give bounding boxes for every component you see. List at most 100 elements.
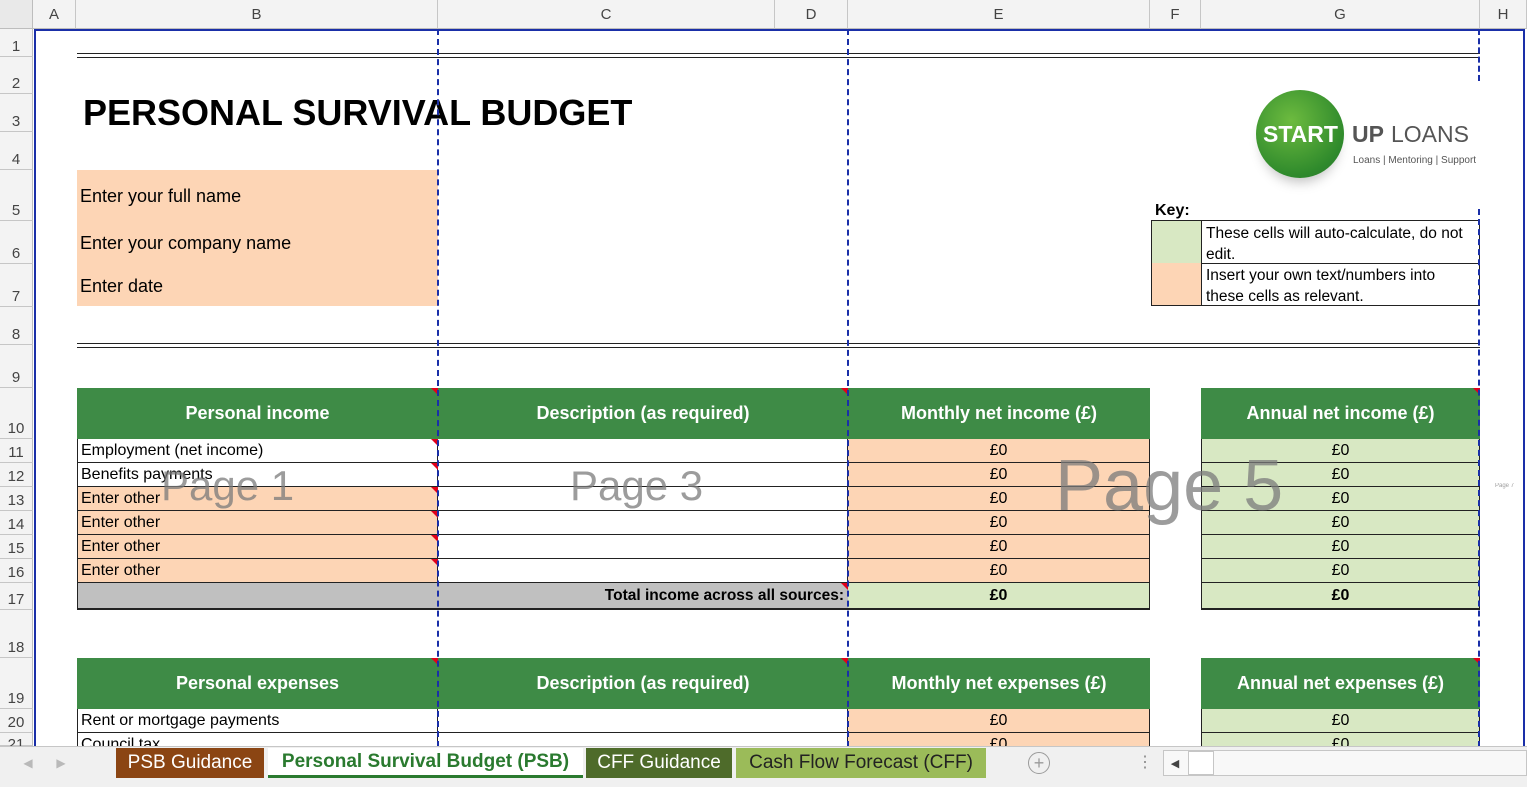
income-header-personal: Personal income bbox=[77, 388, 438, 439]
logo-loans-text: LOANS bbox=[1391, 120, 1469, 147]
middle-double-rule bbox=[77, 343, 1480, 348]
income-row-annual: £0 bbox=[1201, 535, 1480, 559]
income-row-label[interactable]: Enter other bbox=[77, 511, 438, 535]
row-header-17[interactable]: 17 bbox=[0, 583, 33, 610]
income-row-monthly[interactable]: £0 bbox=[848, 511, 1150, 535]
column-header-a[interactable]: A bbox=[33, 0, 76, 29]
column-header-b[interactable]: B bbox=[76, 0, 438, 29]
income-row-description[interactable] bbox=[438, 535, 848, 559]
row-header-15[interactable]: 15 bbox=[0, 535, 33, 559]
expenses-row-annual: £0 bbox=[1201, 709, 1480, 733]
key-insert-swatch bbox=[1151, 263, 1202, 306]
row-header-5[interactable]: 5 bbox=[0, 170, 33, 221]
row-header-6[interactable]: 6 bbox=[0, 221, 33, 264]
expenses-row-description[interactable] bbox=[438, 733, 848, 746]
expenses-row-label[interactable]: Rent or mortgage payments bbox=[77, 709, 438, 733]
row-header-19[interactable]: 19 bbox=[0, 658, 33, 709]
logo-tagline: Loans | Mentoring | Support bbox=[1353, 154, 1477, 166]
column-header-d[interactable]: D bbox=[775, 0, 848, 29]
row-header-18[interactable]: 18 bbox=[0, 610, 33, 658]
income-row-annual: £0 bbox=[1201, 511, 1480, 535]
income-header-annual: Annual net income (£) bbox=[1201, 388, 1480, 439]
income-row-monthly[interactable]: £0 bbox=[848, 559, 1150, 583]
expenses-row-monthly[interactable]: £0 bbox=[848, 733, 1150, 746]
column-header-e[interactable]: E bbox=[848, 0, 1150, 29]
income-row-description[interactable] bbox=[438, 559, 848, 583]
income-row-monthly[interactable]: £0 bbox=[848, 535, 1150, 559]
row-header-20[interactable]: 20 bbox=[0, 709, 33, 733]
scroll-tabs-right-icon[interactable]: ▶ bbox=[50, 752, 72, 774]
company-name-input[interactable]: Enter your company name bbox=[80, 230, 291, 256]
tab-psb-guidance[interactable]: PSB Guidance bbox=[116, 748, 264, 778]
row-header-9[interactable]: 9 bbox=[0, 345, 33, 388]
expenses-row-label[interactable]: Council tax bbox=[77, 733, 438, 746]
tab-cash-flow-forecast[interactable]: Cash Flow Forecast (CFF) bbox=[736, 748, 986, 778]
income-row-annual: £0 bbox=[1201, 439, 1480, 463]
key-auto-description: These cells will auto-calculate, do not … bbox=[1201, 220, 1480, 264]
row-header-12[interactable]: 12 bbox=[0, 463, 33, 487]
more-options-icon[interactable]: ⋮ bbox=[1137, 751, 1153, 773]
income-row-monthly[interactable]: £0 bbox=[848, 439, 1150, 463]
scroll-tabs-left-icon[interactable]: ◀ bbox=[17, 752, 39, 774]
add-sheet-icon[interactable]: + bbox=[1028, 752, 1050, 774]
scroll-left-arrow-icon[interactable]: ◀ bbox=[1164, 751, 1186, 775]
income-row-label[interactable]: Enter other bbox=[77, 559, 438, 583]
income-total-annual: £0 bbox=[1201, 583, 1480, 610]
income-row-monthly[interactable]: £0 bbox=[848, 487, 1150, 511]
top-double-rule bbox=[77, 53, 1480, 58]
income-header-monthly: Monthly net income (£) bbox=[848, 388, 1150, 439]
select-all-corner[interactable] bbox=[0, 0, 33, 29]
row-header-14[interactable]: 14 bbox=[0, 511, 33, 535]
income-total-monthly: £0 bbox=[848, 583, 1150, 610]
income-row-label[interactable]: Enter other bbox=[77, 535, 438, 559]
income-row-label[interactable]: Enter other bbox=[77, 487, 438, 511]
page-break-line[interactable] bbox=[1478, 209, 1480, 747]
income-row-annual: £0 bbox=[1201, 463, 1480, 487]
row-header-2[interactable]: 2 bbox=[0, 57, 33, 94]
expenses-row-annual: £0 bbox=[1201, 733, 1480, 746]
income-row-description[interactable] bbox=[438, 463, 848, 487]
column-header-g[interactable]: G bbox=[1201, 0, 1480, 29]
logo-up-text: UP bbox=[1352, 120, 1384, 147]
column-header-h[interactable]: H bbox=[1480, 0, 1527, 29]
income-row-description[interactable] bbox=[438, 487, 848, 511]
page-break-line[interactable] bbox=[847, 29, 849, 747]
income-row-label[interactable]: Benefits payments bbox=[77, 463, 438, 487]
horizontal-scrollbar[interactable] bbox=[1163, 750, 1527, 776]
row-header-16[interactable]: 16 bbox=[0, 559, 33, 583]
date-input[interactable]: Enter date bbox=[80, 273, 163, 299]
column-header-f[interactable]: F bbox=[1150, 0, 1201, 29]
page-break-line[interactable] bbox=[437, 29, 439, 747]
row-header-21[interactable]: 21 bbox=[0, 733, 33, 753]
income-row-description[interactable] bbox=[438, 511, 848, 535]
income-row-monthly[interactable]: £0 bbox=[848, 463, 1150, 487]
row-header-7[interactable]: 7 bbox=[0, 264, 33, 307]
column-header-c[interactable]: C bbox=[438, 0, 775, 29]
logo-start-text: START bbox=[1263, 120, 1338, 147]
income-row-annual: £0 bbox=[1201, 559, 1480, 583]
expenses-row-monthly[interactable]: £0 bbox=[848, 709, 1150, 733]
key-auto-swatch bbox=[1151, 220, 1202, 264]
full-name-input[interactable]: Enter your full name bbox=[80, 183, 241, 209]
row-header-1[interactable]: 1 bbox=[0, 29, 33, 57]
tab-cff-guidance[interactable]: CFF Guidance bbox=[586, 748, 732, 778]
key-label: Key: bbox=[1155, 202, 1190, 219]
income-row-label[interactable]: Employment (net income) bbox=[77, 439, 438, 463]
expenses-header-personal: Personal expenses bbox=[77, 658, 438, 709]
expenses-header-monthly: Monthly net expenses (£) bbox=[848, 658, 1150, 709]
row-header-3[interactable]: 3 bbox=[0, 94, 33, 132]
expenses-row-description[interactable] bbox=[438, 709, 848, 733]
expenses-header-description: Description (as required) bbox=[438, 658, 848, 709]
page-break-line[interactable] bbox=[1478, 29, 1480, 81]
tab-personal-survival-budget[interactable]: Personal Survival Budget (PSB) bbox=[268, 748, 583, 778]
income-header-description: Description (as required) bbox=[438, 388, 848, 439]
row-header-13[interactable]: 13 bbox=[0, 487, 33, 511]
scrollbar-thumb[interactable] bbox=[1188, 751, 1214, 775]
income-row-annual: £0 bbox=[1201, 487, 1480, 511]
row-header-11[interactable]: 11 bbox=[0, 439, 33, 463]
row-header-4[interactable]: 4 bbox=[0, 132, 33, 170]
income-total-label: Total income across all sources: bbox=[77, 583, 848, 610]
income-row-description[interactable] bbox=[438, 439, 848, 463]
row-header-10[interactable]: 10 bbox=[0, 388, 33, 439]
row-header-8[interactable]: 8 bbox=[0, 307, 33, 345]
